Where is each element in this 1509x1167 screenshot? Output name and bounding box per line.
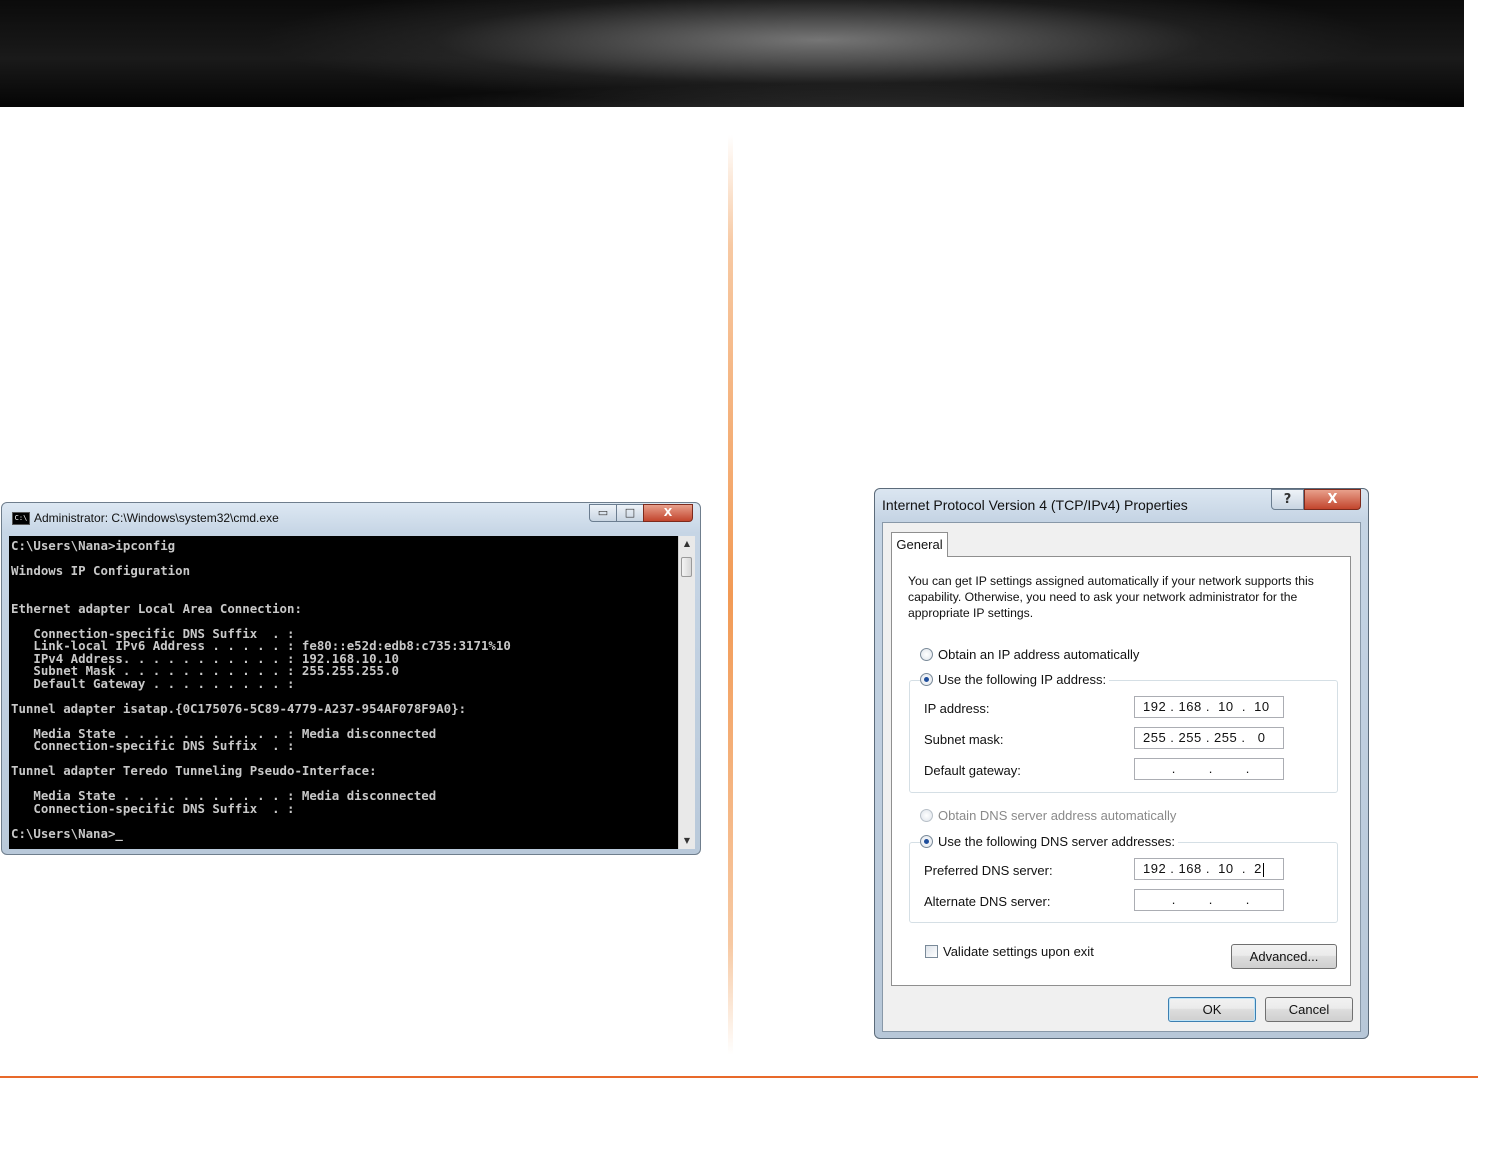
cmd-app-icon: C:\ (12, 512, 30, 525)
scroll-down-arrow-icon[interactable]: ▼ (679, 833, 695, 849)
obtain-dns-auto-label: Obtain DNS server address automatically (938, 808, 1177, 823)
obtain-ip-auto-label: Obtain an IP address automatically (938, 647, 1140, 662)
cmd-window: C:\ Administrator: C:\Windows\system32\c… (1, 502, 701, 855)
dialog-body: General You can get IP settings assigned… (882, 522, 1361, 1032)
preferred-dns-value: 192 . 168 . 10 . 2 (1143, 861, 1262, 876)
validate-settings-checkbox[interactable]: Validate settings upon exit (925, 944, 1094, 959)
ipv4-properties-dialog: Internet Protocol Version 4 (TCP/IPv4) P… (874, 488, 1369, 1039)
scroll-thumb[interactable] (681, 557, 692, 577)
validate-settings-label: Validate settings upon exit (943, 944, 1094, 959)
use-following-ip-radio[interactable]: Use the following IP address: (920, 672, 1110, 687)
close-button[interactable]: X (643, 504, 693, 522)
scroll-up-arrow-icon[interactable]: ▲ (679, 536, 695, 552)
advanced-button[interactable]: Advanced... (1231, 944, 1337, 969)
minimize-button[interactable]: ▭ (589, 504, 617, 522)
column-divider (728, 135, 733, 1055)
tab-general[interactable]: General (891, 532, 948, 557)
footer-rule (0, 1076, 1478, 1078)
use-following-dns-radio[interactable]: Use the following DNS server addresses: (920, 834, 1178, 849)
console-text: C:\Users\Nana>ipconfig Windows IP Config… (11, 538, 511, 841)
cancel-button[interactable]: Cancel (1265, 997, 1353, 1022)
help-button[interactable]: ? (1271, 489, 1304, 510)
cmd-window-title: Administrator: C:\Windows\system32\cmd.e… (34, 511, 279, 525)
alternate-dns-label: Alternate DNS server: (924, 894, 1051, 909)
use-following-dns-label: Use the following DNS server addresses: (938, 834, 1175, 849)
use-following-ip-label: Use the following IP address: (938, 672, 1107, 687)
dialog-title: Internet Protocol Version 4 (TCP/IPv4) P… (882, 497, 1188, 513)
default-gateway-label: Default gateway: (924, 763, 1021, 778)
console-output[interactable]: C:\Users\Nana>ipconfig Windows IP Config… (9, 536, 678, 849)
obtain-ip-auto-radio[interactable]: Obtain an IP address automatically (920, 647, 1143, 662)
text-cursor (1262, 862, 1264, 877)
radio-selected-icon (920, 835, 933, 848)
ip-address-label: IP address: (924, 701, 990, 716)
radio-selected-icon (920, 673, 933, 686)
ok-button[interactable]: OK (1168, 997, 1256, 1022)
obtain-dns-auto-radio[interactable]: Obtain DNS server address automatically (920, 808, 1180, 823)
radio-unselected-icon (920, 809, 933, 822)
dialog-close-button[interactable]: X (1304, 489, 1361, 510)
cmd-titlebar[interactable]: C:\ Administrator: C:\Windows\system32\c… (2, 503, 700, 533)
intro-text: You can get IP settings assigned automat… (908, 574, 1314, 620)
radio-unselected-icon (920, 648, 933, 661)
alternate-dns-field[interactable]: . . . (1134, 889, 1284, 911)
ip-address-field[interactable]: 192 . 168 . 10 . 10 (1134, 696, 1284, 718)
preferred-dns-label: Preferred DNS server: (924, 863, 1053, 878)
maximize-button[interactable]: □ (616, 504, 644, 522)
checkbox-unchecked-icon (925, 945, 938, 958)
subnet-mask-label: Subnet mask: (924, 732, 1004, 747)
default-gateway-field[interactable]: . . . (1134, 758, 1284, 780)
console-scrollbar[interactable]: ▲ ▼ (678, 536, 695, 849)
header-banner-highlight (0, 55, 1464, 107)
preferred-dns-field[interactable]: 192 . 168 . 10 . 2 (1134, 858, 1284, 880)
subnet-mask-field[interactable]: 255 . 255 . 255 . 0 (1134, 727, 1284, 749)
general-tab-panel: You can get IP settings assigned automat… (891, 556, 1351, 986)
